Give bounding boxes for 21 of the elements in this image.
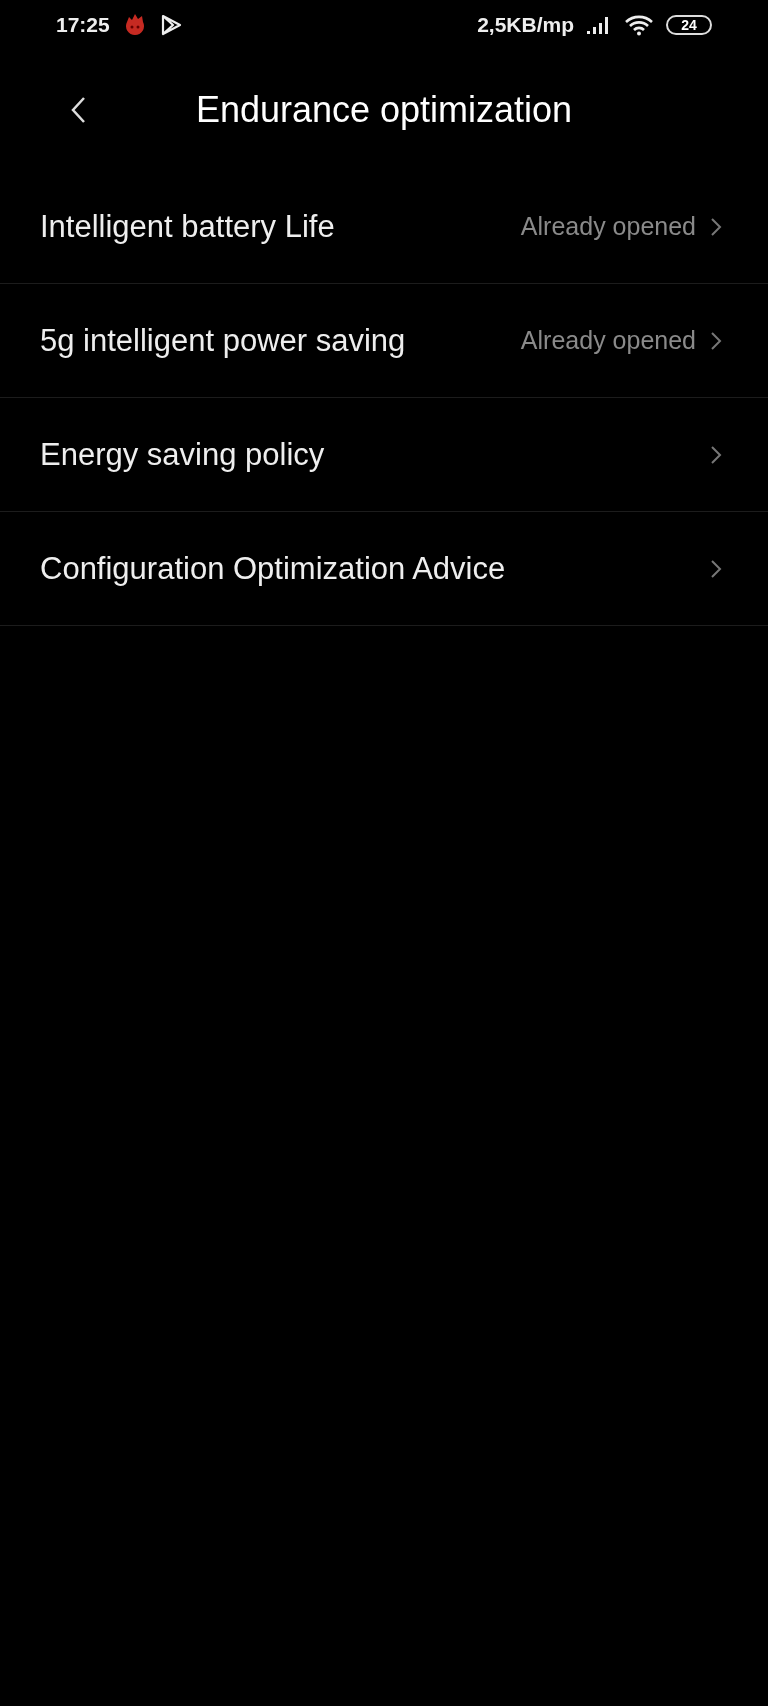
clock: 17:25 — [56, 13, 110, 37]
setting-row[interactable]: Configuration Optimization Advice — [0, 512, 768, 626]
network-speed: 2,5KB/mp — [477, 13, 574, 37]
setting-row[interactable]: 5g intelligent power saving Already opened — [0, 284, 768, 398]
setting-label: Configuration Optimization Advice — [40, 550, 507, 587]
setting-status: Already opened — [520, 326, 696, 355]
setting-status: Already opened — [520, 212, 696, 241]
back-icon — [70, 96, 86, 124]
chevron-right-icon — [710, 444, 722, 465]
setting-label: Intelligent battery Life — [40, 208, 336, 245]
setting-row[interactable]: Intelligent battery Life Already opened — [0, 170, 768, 284]
chevron-right-icon — [710, 558, 722, 579]
setting-label: 5g intelligent power saving — [40, 322, 407, 359]
chevron-right-icon — [710, 330, 722, 351]
chevron-right-icon — [710, 216, 722, 237]
setting-label: Energy saving policy — [40, 436, 326, 473]
page-title: Endurance optimization — [195, 89, 573, 131]
play-store-icon — [159, 14, 182, 36]
wifi-icon — [624, 14, 654, 36]
setting-row[interactable]: Energy saving policy — [0, 398, 768, 512]
battery-icon: 24 — [666, 15, 712, 35]
